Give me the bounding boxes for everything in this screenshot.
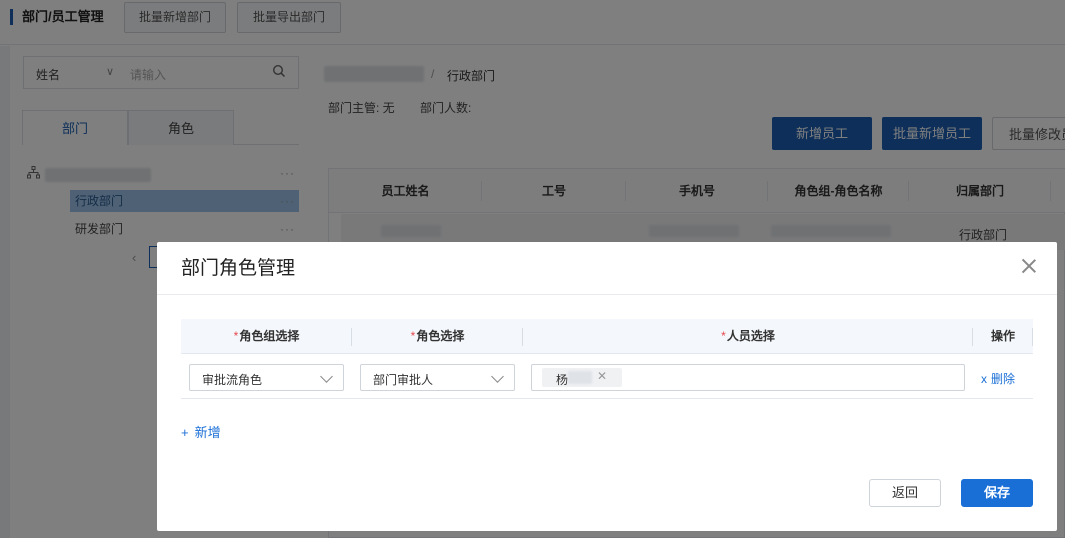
save-button[interactable]: 保存: [961, 479, 1033, 507]
role-group-select[interactable]: 审批流角色: [189, 364, 344, 391]
add-row-label: 新增: [194, 425, 221, 440]
dept-role-modal: 部门角色管理 *角色组选择 *角色选择 *人员选择 操作 审批流角色 部门审批人…: [157, 242, 1057, 531]
back-button[interactable]: 返回: [869, 479, 941, 507]
plus-icon: +: [181, 425, 189, 440]
add-row-button[interactable]: + 新增: [181, 422, 221, 441]
table-row: 审批流角色 部门审批人 杨 ✕ x 删除: [181, 355, 1033, 399]
delete-row-button[interactable]: x 删除: [981, 370, 1015, 387]
person-tag: 杨 ✕: [542, 368, 622, 387]
grid-header: *角色组选择 *角色选择 *人员选择 操作: [181, 319, 1033, 354]
redacted-person-name: [568, 371, 592, 384]
col-role-group: *角色组选择: [181, 319, 352, 354]
tag-close-icon[interactable]: ✕: [597, 369, 607, 383]
chevron-down-icon: [491, 370, 504, 383]
person-tag-name: 杨: [556, 373, 569, 387]
close-icon[interactable]: [1021, 258, 1037, 274]
modal-header: 部门角色管理: [157, 242, 1057, 295]
delete-x-icon: x: [981, 372, 987, 386]
col-actions: 操作: [973, 319, 1033, 354]
role-value: 部门审批人: [373, 373, 434, 387]
col-person-select: *人员选择: [523, 319, 973, 354]
delete-label: 删除: [991, 372, 1016, 386]
role-select[interactable]: 部门审批人: [360, 364, 515, 391]
person-select[interactable]: 杨 ✕: [531, 364, 965, 391]
role-group-value: 审批流角色: [202, 373, 263, 387]
modal-title: 部门角色管理: [181, 258, 296, 279]
col-role-select: *角色选择: [352, 319, 523, 354]
chevron-down-icon: [320, 370, 333, 383]
